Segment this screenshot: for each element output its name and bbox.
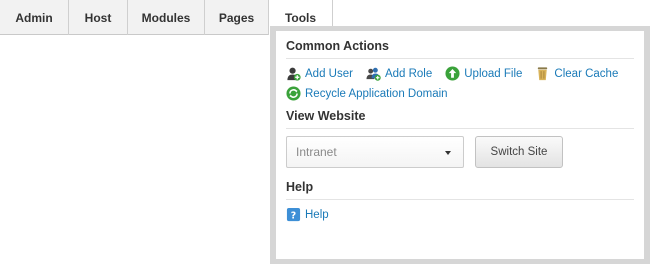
help-heading: Help	[286, 180, 634, 200]
recycle-application-domain-link[interactable]: Recycle Application Domain	[286, 86, 448, 101]
add-role-label: Add Role	[384, 67, 433, 80]
add-role-link[interactable]: Add Role	[366, 66, 432, 81]
help-link[interactable]: ? Help	[286, 207, 329, 222]
clear-cache-link[interactable]: Clear Cache	[535, 66, 618, 81]
upload-file-icon	[445, 66, 460, 81]
tools-dropdown-content: Common Actions Add User Add Role Upload …	[276, 31, 644, 259]
help-icon: ?	[286, 207, 301, 222]
upload-file-link[interactable]: Upload File	[445, 66, 522, 81]
menu-host[interactable]: Host	[69, 0, 128, 35]
common-actions-list: Add User Add Role Upload File Clear Cach…	[286, 66, 634, 101]
add-user-label: Add User	[305, 67, 353, 80]
tools-dropdown-panel: Common Actions Add User Add Role Upload …	[270, 26, 650, 264]
recycle-icon	[286, 86, 301, 101]
menu-admin[interactable]: Admin	[0, 0, 69, 35]
help-label: Help	[305, 208, 329, 221]
site-switcher-row: Intranet Switch Site	[286, 136, 634, 168]
svg-text:?: ?	[291, 210, 296, 221]
common-actions-heading: Common Actions	[286, 39, 634, 59]
site-select-value: Intranet	[296, 145, 337, 159]
switch-site-button[interactable]: Switch Site	[475, 136, 563, 168]
upload-file-label: Upload File	[464, 67, 523, 80]
add-role-icon	[366, 66, 381, 81]
site-select-dropdown[interactable]: Intranet	[286, 136, 464, 168]
menu-pages[interactable]: Pages	[205, 0, 269, 35]
add-user-link[interactable]: Add User	[286, 66, 353, 81]
recycle-application-domain-label: Recycle Application Domain	[305, 87, 448, 100]
menu-modules[interactable]: Modules	[128, 0, 205, 35]
chevron-down-icon	[445, 151, 451, 155]
view-website-heading: View Website	[286, 109, 634, 129]
clear-cache-icon	[535, 66, 550, 81]
add-user-icon	[286, 66, 301, 81]
help-links: ? Help	[286, 207, 634, 222]
clear-cache-label: Clear Cache	[554, 67, 619, 80]
